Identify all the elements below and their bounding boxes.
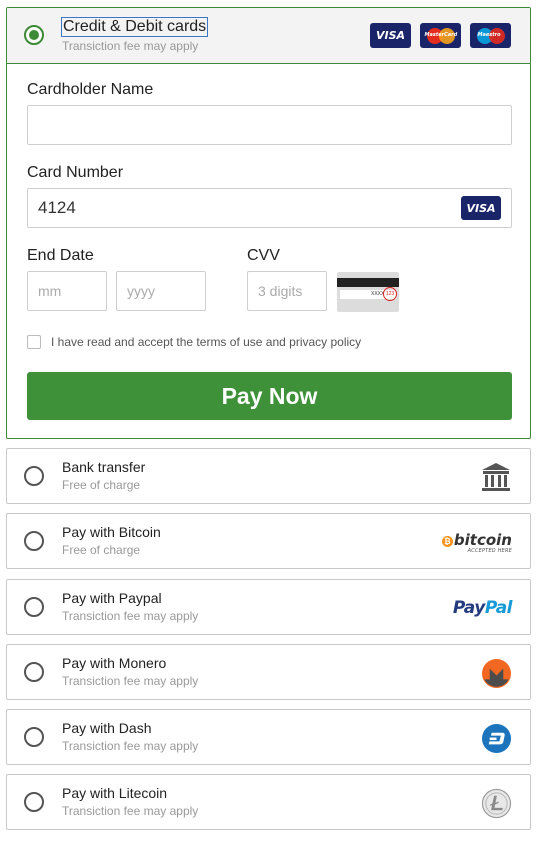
card-number-label: Card Number xyxy=(27,164,124,181)
bank-transfer-title: Bank transfer xyxy=(62,459,146,475)
paypal-title: Pay with Paypal xyxy=(62,590,162,606)
cardholder-input[interactable] xyxy=(27,105,512,145)
dash-title: Pay with Dash xyxy=(62,720,152,736)
credit-debit-title: Credit & Debit cards xyxy=(60,17,209,37)
credit-debit-panel: Credit & Debit cards Transiction fee may… xyxy=(6,7,531,439)
terms-checkbox[interactable] xyxy=(27,335,41,349)
mastercard-logo: MasterCard xyxy=(420,23,461,48)
litecoin-radio[interactable] xyxy=(24,792,44,812)
visa-logo: VISA xyxy=(370,23,411,48)
cvv-input[interactable] xyxy=(247,271,327,311)
bank-transfer-subtitle: Free of charge xyxy=(62,478,141,492)
payment-option-dash[interactable]: Pay with Dash Transiction fee may apply xyxy=(6,709,531,765)
dash-subtitle: Transiction fee may apply xyxy=(62,739,199,753)
monero-subtitle: Transiction fee may apply xyxy=(62,674,199,688)
bitcoin-logo-icon: ₿ bitcoin ACCEPTED HERE xyxy=(441,524,512,556)
litecoin-subtitle: Transiction fee may apply xyxy=(62,804,199,818)
bitcoin-title: Pay with Bitcoin xyxy=(62,524,161,540)
bitcoin-subtitle: Free of charge xyxy=(62,543,141,557)
credit-debit-subtitle: Transiction fee may apply xyxy=(62,39,199,53)
monero-icon xyxy=(481,657,512,689)
month-input[interactable] xyxy=(27,271,107,311)
cvv-label: CVV xyxy=(247,247,280,264)
dash-radio[interactable] xyxy=(24,727,44,747)
payment-option-paypal[interactable]: Pay with Paypal Transiction fee may appl… xyxy=(6,579,531,635)
year-input[interactable] xyxy=(116,271,206,311)
monero-radio[interactable] xyxy=(24,662,44,682)
litecoin-title: Pay with Litecoin xyxy=(62,785,168,801)
paypal-radio[interactable] xyxy=(24,597,44,617)
payment-option-monero[interactable]: Pay with Monero Transiction fee may appl… xyxy=(6,644,531,700)
dash-icon xyxy=(481,722,512,754)
payment-option-litecoin[interactable]: Pay with Litecoin Transiction fee may ap… xyxy=(6,774,531,830)
pay-now-button[interactable]: Pay Now xyxy=(27,372,512,420)
cardholder-label: Cardholder Name xyxy=(27,81,154,98)
credit-debit-header[interactable]: Credit & Debit cards Transiction fee may… xyxy=(7,8,530,64)
paypal-subtitle: Transiction fee may apply xyxy=(62,609,199,623)
terms-label: I have read and accept the terms of use … xyxy=(51,335,362,349)
end-date-label: End Date xyxy=(27,247,94,264)
bank-transfer-radio[interactable] xyxy=(24,466,44,486)
bank-icon xyxy=(480,461,512,493)
card-brand-visa-logo: VISA xyxy=(461,196,501,220)
payment-option-bank-transfer[interactable]: Bank transfer Free of charge xyxy=(6,448,531,504)
card-number-input[interactable] xyxy=(27,188,512,228)
credit-debit-radio[interactable] xyxy=(24,25,44,45)
bitcoin-radio[interactable] xyxy=(24,531,44,551)
cvv-card-back-image: XXXX 123 xyxy=(337,272,399,312)
payment-option-bitcoin[interactable]: Pay with Bitcoin Free of charge ₿ bitcoin… xyxy=(6,513,531,569)
paypal-logo-icon: PayPal xyxy=(452,598,513,618)
litecoin-icon xyxy=(481,787,512,819)
monero-title: Pay with Monero xyxy=(62,655,167,671)
maestro-logo: Maestro xyxy=(470,23,511,48)
